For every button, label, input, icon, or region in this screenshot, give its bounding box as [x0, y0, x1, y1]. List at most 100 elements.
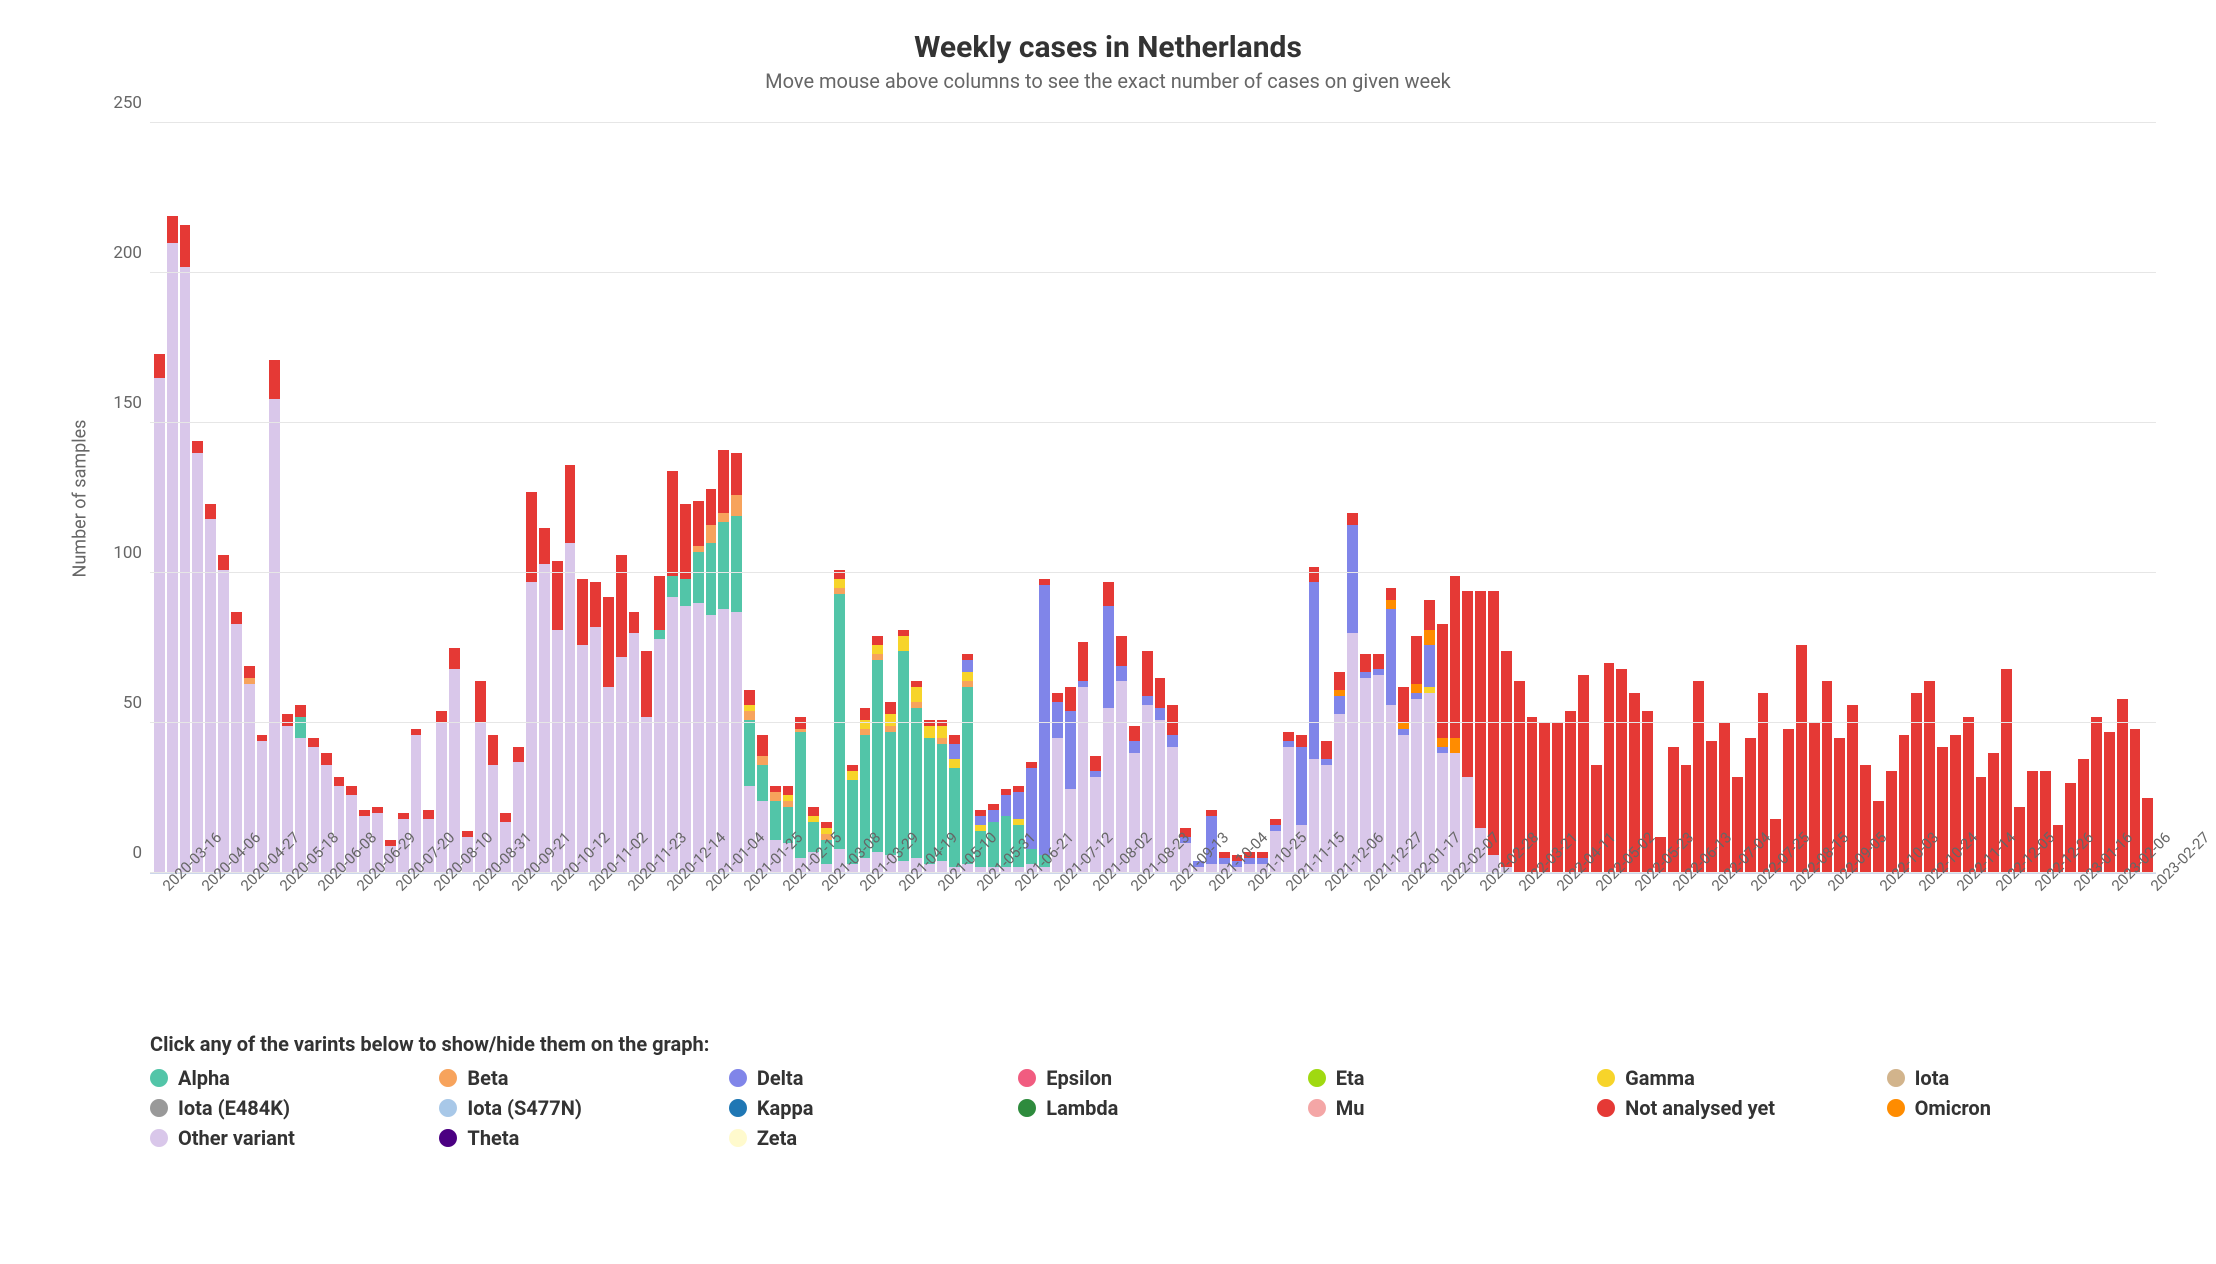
legend-item-not_analysed[interactable]: Not analysed yet [1597, 1096, 1866, 1120]
bar-segment-other[interactable] [731, 612, 742, 873]
bar-column[interactable] [706, 489, 717, 873]
bar-segment-omicron[interactable] [1386, 600, 1397, 609]
bar-segment-alpha[interactable] [949, 768, 960, 867]
bar-segment-other[interactable] [154, 378, 165, 873]
bar-segment-omicron[interactable] [1411, 684, 1422, 693]
bar-segment-other[interactable] [577, 645, 588, 873]
bar-segment-not_analysed[interactable] [449, 648, 460, 669]
bar-segment-not_analysed[interactable] [308, 738, 319, 747]
legend-item-alpha[interactable]: Alpha [150, 1066, 419, 1090]
bar-segment-beta[interactable] [757, 756, 768, 765]
bar-segment-not_analysed[interactable] [706, 489, 717, 525]
bar-segment-not_analysed[interactable] [1296, 735, 1307, 747]
bar-segment-alpha[interactable] [693, 552, 704, 603]
bar-segment-not_analysed[interactable] [808, 807, 819, 816]
bar-segment-other[interactable] [269, 399, 280, 873]
bar-segment-not_analysed[interactable] [244, 666, 255, 678]
legend-item-eta[interactable]: Eta [1308, 1066, 1577, 1090]
bar-segment-not_analysed[interactable] [321, 753, 332, 765]
bar-segment-not_analysed[interactable] [1090, 756, 1101, 771]
bar-column[interactable] [411, 729, 422, 873]
bar-segment-not_analysed[interactable] [641, 651, 652, 717]
bar-segment-not_analysed[interactable] [629, 612, 640, 633]
bar-segment-not_analysed[interactable] [180, 225, 191, 267]
bar-segment-omicron[interactable] [1424, 630, 1435, 645]
bar-segment-not_analysed[interactable] [667, 471, 678, 576]
bar-segment-not_analysed[interactable] [1475, 591, 1486, 828]
bar-segment-not_analysed[interactable] [488, 735, 499, 765]
bar-segment-not_analysed[interactable] [1347, 513, 1358, 525]
bar-segment-delta[interactable] [1334, 696, 1345, 714]
bar-column[interactable] [654, 576, 665, 873]
bar-segment-delta[interactable] [962, 660, 973, 672]
bar-segment-gamma[interactable] [937, 726, 948, 738]
bar-segment-not_analysed[interactable] [1462, 591, 1473, 777]
bar-column[interactable] [1116, 636, 1127, 873]
bar-column[interactable] [1578, 675, 1589, 873]
bar-segment-alpha[interactable] [706, 543, 717, 615]
bar-column[interactable] [295, 705, 306, 873]
bar-segment-gamma[interactable] [834, 579, 845, 588]
bar-segment-not_analysed[interactable] [1578, 675, 1589, 873]
legend-item-omicron[interactable]: Omicron [1887, 1096, 2156, 1120]
bar-column[interactable] [539, 528, 550, 873]
bar-column[interactable] [154, 354, 165, 873]
bar-segment-not_analysed[interactable] [231, 612, 242, 624]
bar-segment-not_analysed[interactable] [718, 450, 729, 513]
bar-segment-not_analysed[interactable] [744, 690, 755, 705]
bar-segment-not_analysed[interactable] [783, 786, 794, 795]
bar-segment-not_analysed[interactable] [1886, 771, 1897, 873]
bar-column[interactable] [218, 555, 229, 873]
bar-segment-not_analysed[interactable] [1283, 732, 1294, 741]
bar-segment-other[interactable] [180, 267, 191, 873]
bar-segment-alpha[interactable] [757, 765, 768, 801]
bar-segment-not_analysed[interactable] [1693, 681, 1704, 873]
bar-segment-not_analysed[interactable] [1386, 588, 1397, 600]
bar-segment-beta[interactable] [744, 711, 755, 720]
bar-column[interactable] [1693, 681, 1704, 873]
bar-column[interactable] [1475, 591, 1486, 873]
bar-segment-delta[interactable] [1296, 747, 1307, 825]
bar-segment-not_analysed[interactable] [1501, 651, 1512, 867]
bar-segment-alpha[interactable] [962, 687, 973, 864]
bar-segment-delta[interactable] [1116, 666, 1127, 681]
bar-segment-other[interactable] [167, 243, 178, 873]
bar-segment-gamma[interactable] [885, 714, 896, 726]
bar-segment-delta[interactable] [1167, 735, 1178, 747]
bar-segment-not_analysed[interactable] [1103, 582, 1114, 606]
bar-segment-not_analysed[interactable] [500, 813, 511, 822]
bar-segment-not_analysed[interactable] [731, 453, 742, 495]
bar-segment-delta[interactable] [1129, 741, 1140, 753]
bar-segment-other[interactable] [231, 624, 242, 873]
bar-segment-not_analysed[interactable] [2091, 717, 2102, 873]
bar-segment-alpha[interactable] [770, 801, 781, 840]
bar-segment-not_analysed[interactable] [1411, 636, 1422, 684]
bar-column[interactable] [1078, 642, 1089, 873]
bar-segment-not_analysed[interactable] [539, 528, 550, 564]
bar-segment-not_analysed[interactable] [1078, 642, 1089, 681]
legend-item-gamma[interactable]: Gamma [1597, 1066, 1866, 1090]
bar-column[interactable] [180, 225, 191, 873]
bar-segment-beta[interactable] [718, 513, 729, 522]
bar-column[interactable] [718, 450, 729, 873]
bar-segment-not_analysed[interactable] [282, 714, 293, 726]
bar-column[interactable] [1886, 771, 1897, 873]
chart-plot-area[interactable] [150, 123, 2156, 874]
bar-segment-delta[interactable] [1001, 795, 1012, 816]
bar-segment-not_analysed[interactable] [1437, 624, 1448, 738]
bar-column[interactable] [231, 612, 242, 873]
bar-segment-not_analysed[interactable] [1373, 654, 1384, 669]
bar-segment-not_analysed[interactable] [218, 555, 229, 570]
bar-segment-not_analysed[interactable] [654, 576, 665, 630]
bar-segment-beta[interactable] [706, 525, 717, 543]
bar-segment-delta[interactable] [1052, 702, 1063, 738]
bar-column[interactable] [1386, 588, 1397, 873]
bar-segment-not_analysed[interactable] [616, 555, 627, 657]
legend-item-other[interactable]: Other variant [150, 1126, 419, 1150]
bar-column[interactable] [205, 504, 216, 873]
bar-segment-not_analysed[interactable] [1167, 705, 1178, 735]
bar-column[interactable] [577, 579, 588, 873]
bar-segment-omicron[interactable] [1437, 738, 1448, 747]
bar-segment-not_analysed[interactable] [1129, 726, 1140, 741]
bar-column[interactable] [731, 453, 742, 873]
